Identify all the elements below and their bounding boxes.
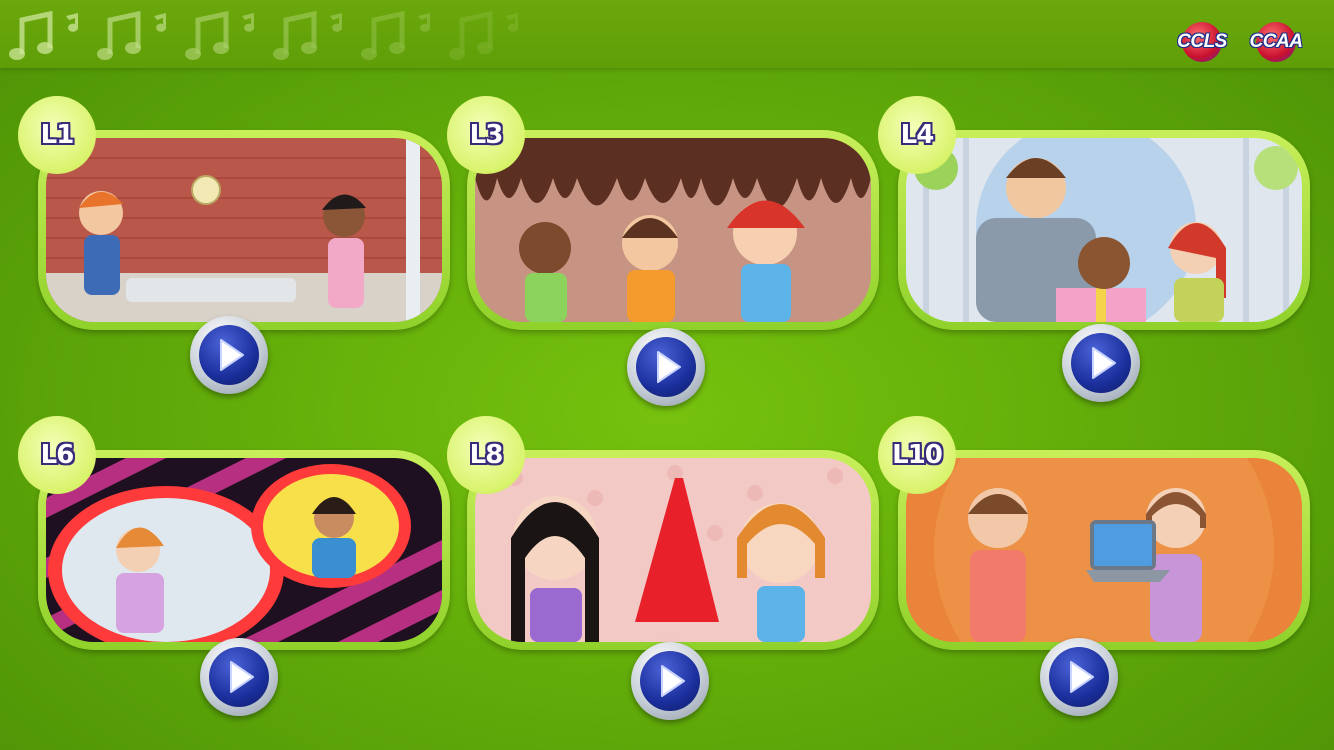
music-note-icon [273,10,343,60]
play-button[interactable] [200,638,278,716]
lesson-frame [467,130,879,330]
play-icon [657,351,681,383]
laptop-scene [906,458,1302,642]
play-icon [230,661,254,693]
lesson-card-l3[interactable]: L3 [447,96,879,406]
lesson-badge: L8 [447,416,525,494]
lesson-card-l6[interactable]: L6 [18,416,450,716]
music-note-icon [97,10,167,60]
ccaa-logo: CCAA [1244,20,1308,64]
ccls-logo: CCLS [1170,20,1234,64]
play-icon [1070,661,1094,693]
lesson-frame [38,450,450,650]
play-button[interactable] [1040,638,1118,716]
red-dress-scene [475,458,871,642]
lesson-badge: L6 [18,416,96,494]
lesson-card-l1[interactable]: L1 [18,96,450,394]
music-note-icon [361,10,431,60]
music-note-icon [449,10,519,60]
lesson-card-l4[interactable]: L4 [878,96,1310,402]
play-icon [661,665,685,697]
lesson-badge: L10 [878,416,956,494]
lesson-frame [38,130,450,330]
play-button[interactable] [190,316,268,394]
music-note-icon [9,10,79,60]
puppy-gift-scene [906,138,1302,322]
lesson-frame [467,450,879,650]
lesson-badge: L1 [18,96,96,174]
lesson-badge: L4 [878,96,956,174]
lesson-card-l8[interactable]: L8 [447,416,879,720]
play-button[interactable] [627,328,705,406]
play-button[interactable] [631,642,709,720]
top-bar: CCLS CCAA [0,0,1334,68]
ice-cream-scene [475,138,871,322]
lesson-card-l10[interactable]: L10 [878,416,1310,716]
play-button[interactable] [1062,324,1140,402]
play-icon [220,339,244,371]
lesson-frame [898,130,1310,330]
phone-call-scene [46,458,442,642]
music-note-icon [185,10,255,60]
standards-logos: CCLS CCAA [1170,20,1308,64]
play-icon [1092,347,1116,379]
lesson-badge: L3 [447,96,525,174]
volleyball-scene [46,138,442,322]
music-notes-decoration [8,4,530,66]
lesson-frame [898,450,1310,650]
